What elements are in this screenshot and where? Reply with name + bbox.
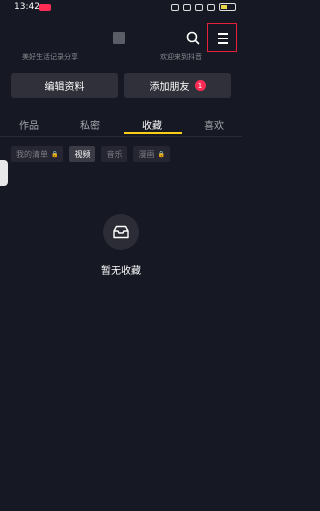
search-icon[interactable] xyxy=(185,30,201,46)
add-friend-button[interactable]: 添加朋友 1 xyxy=(124,73,231,98)
hint-text-right: 欢迎来到抖音 xyxy=(160,53,202,61)
status-icons xyxy=(171,3,236,11)
battery-icon xyxy=(219,3,236,11)
app-notification-icon xyxy=(39,4,51,11)
chip-comics-label: 漫画 xyxy=(138,149,155,159)
chip-music[interactable]: 音乐 xyxy=(101,146,128,162)
side-drawer-handle[interactable] xyxy=(0,160,8,186)
lock-icon: 🔒 xyxy=(51,150,59,158)
edit-profile-button[interactable]: 编辑资料 xyxy=(11,73,118,98)
wifi-icon xyxy=(195,3,203,11)
chip-music-label: 音乐 xyxy=(106,149,123,159)
tabs-divider xyxy=(0,136,242,137)
chip-video[interactable]: 视频 xyxy=(69,146,96,162)
chip-comics[interactable]: 漫画 🔒 xyxy=(133,146,170,162)
profile-tabs: 作品 私密 收藏 喜欢 xyxy=(0,111,242,137)
chip-my-list[interactable]: 我的清单 🔒 xyxy=(11,146,64,162)
status-time: 13:42 xyxy=(14,2,40,12)
tab-favorites[interactable]: 收藏 xyxy=(142,117,162,132)
bluetooth-icon xyxy=(183,3,191,11)
favorite-filter-chips: 我的清单 🔒 视频 音乐 漫画 🔒 xyxy=(11,146,170,162)
hint-text-left: 美好生活记录分享 xyxy=(22,53,78,61)
edit-profile-label: 编辑资料 xyxy=(44,82,85,93)
alarm-icon xyxy=(171,3,179,11)
add-friend-label: 添加朋友 xyxy=(149,82,190,93)
notification-badge: 1 xyxy=(194,80,206,91)
profile-thumbnail xyxy=(113,32,125,44)
lock-icon: 🔒 xyxy=(157,150,165,158)
empty-state-text: 暂无收藏 xyxy=(101,266,141,277)
status-bar: 13:42 xyxy=(0,0,242,16)
tab-likes[interactable]: 喜欢 xyxy=(204,117,224,132)
tab-private[interactable]: 私密 xyxy=(80,117,100,132)
signal-icon xyxy=(207,3,215,11)
chip-video-label: 视频 xyxy=(74,149,91,159)
menu-button[interactable] xyxy=(207,23,237,52)
tab-works[interactable]: 作品 xyxy=(19,117,39,132)
active-tab-indicator xyxy=(124,132,182,134)
chip-my-list-label: 我的清单 xyxy=(16,149,48,159)
menu-icon xyxy=(218,33,228,35)
empty-inbox-icon xyxy=(103,214,139,250)
